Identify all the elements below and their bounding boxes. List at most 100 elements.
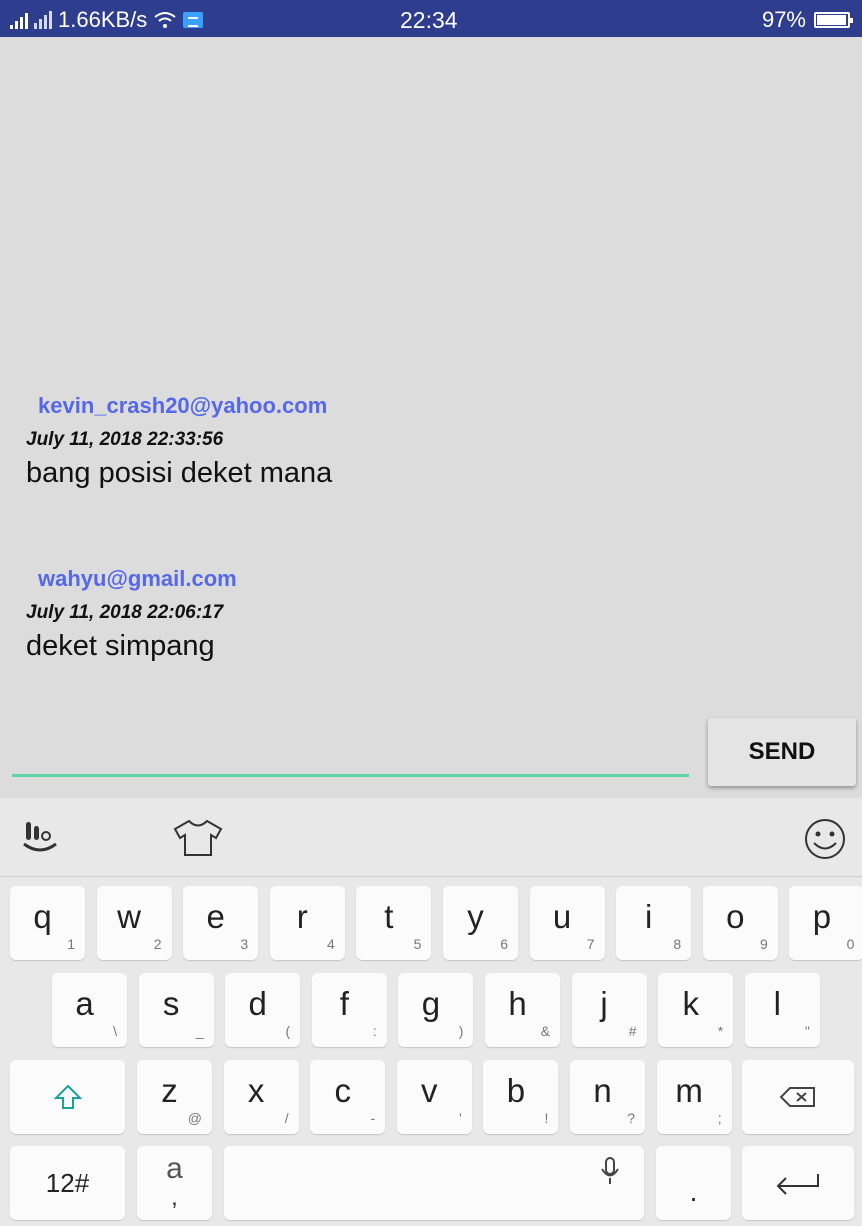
- key-j[interactable]: j #: [571, 973, 647, 1047]
- signal-2-icon: [34, 11, 52, 29]
- key-m[interactable]: m;: [656, 1060, 732, 1134]
- message-timestamp: July 11, 2018 22:06:17: [26, 602, 224, 623]
- wifi-icon: [154, 12, 176, 28]
- comma-key[interactable]: a ,: [137, 1146, 212, 1220]
- key-sublabel: 3: [240, 936, 249, 952]
- key-label: s: [162, 985, 180, 1022]
- key-label: c: [334, 1072, 351, 1109]
- shift-icon: [53, 1084, 82, 1109]
- key-sublabel: 8: [673, 936, 682, 952]
- key-r[interactable]: r4: [269, 886, 345, 960]
- key-label: i: [645, 898, 653, 935]
- key-label: h: [508, 985, 527, 1022]
- message-item: wahyu@gmail.com July 11, 2018 22:06:17 d…: [26, 566, 237, 663]
- key-t[interactable]: t5: [356, 886, 432, 960]
- message-item: kevin_crash20@yahoo.com July 11, 2018 22…: [26, 393, 332, 490]
- symbols-key[interactable]: 12#: [10, 1146, 125, 1220]
- backspace-key[interactable]: [742, 1060, 854, 1134]
- comma-key-main: a: [166, 1152, 183, 1185]
- key-label: z: [161, 1072, 178, 1109]
- key-sublabel: 2: [153, 936, 162, 952]
- key-s[interactable]: s _: [138, 973, 214, 1047]
- period-label: .: [689, 1176, 698, 1207]
- key-sublabel: ?: [627, 1110, 635, 1126]
- key-l[interactable]: l ": [744, 973, 820, 1047]
- key-sublabel: ): [458, 1023, 464, 1039]
- key-c[interactable]: c-: [310, 1060, 386, 1134]
- emoji-icon[interactable]: [802, 818, 848, 860]
- key-sublabel: :: [372, 1023, 377, 1039]
- comma-key-sub: ,: [171, 1184, 178, 1211]
- keyboard-logo-icon[interactable]: [22, 818, 66, 858]
- key-sublabel: ;: [717, 1110, 722, 1126]
- key-a[interactable]: a \: [52, 973, 127, 1047]
- send-button[interactable]: SEND: [708, 718, 856, 786]
- enter-icon: [776, 1174, 819, 1195]
- key-u[interactable]: u7: [529, 886, 605, 960]
- notification-icon: [183, 12, 204, 28]
- shift-key[interactable]: [10, 1060, 125, 1134]
- key-e[interactable]: e3: [183, 886, 259, 960]
- status-left: 1.66KB/s: [10, 7, 204, 33]
- key-label: j: [600, 985, 608, 1022]
- key-label: q: [33, 898, 52, 935]
- key-z[interactable]: z @: [137, 1060, 212, 1134]
- key-sublabel: 7: [586, 936, 595, 952]
- enter-key[interactable]: [742, 1146, 854, 1220]
- message-input[interactable]: [12, 720, 689, 774]
- key-p[interactable]: p0: [789, 886, 862, 960]
- key-label: a: [75, 985, 94, 1022]
- key-sublabel: 1: [67, 936, 75, 952]
- key-sublabel: 4: [327, 936, 335, 952]
- key-label: v: [421, 1072, 438, 1109]
- key-sublabel: \: [113, 1023, 117, 1039]
- mic-icon[interactable]: [600, 1156, 620, 1186]
- key-label: x: [247, 1072, 265, 1109]
- key-w[interactable]: w2: [96, 886, 172, 960]
- key-k[interactable]: k *: [658, 973, 734, 1047]
- shirt-icon[interactable]: [172, 818, 224, 858]
- key-d[interactable]: d(: [225, 973, 301, 1047]
- key-h[interactable]: h &: [485, 973, 560, 1047]
- key-sublabel: _: [195, 1023, 204, 1039]
- key-x[interactable]: x /: [223, 1060, 299, 1134]
- space-key[interactable]: [224, 1146, 644, 1220]
- keyboard: q1w2e3r4t5y6u7i8o9p0 a \ s _ d(f: g) h & j # k * l " …: [0, 798, 862, 1226]
- key-label: n: [593, 1072, 612, 1109]
- key-sublabel: -: [370, 1110, 376, 1126]
- key-v[interactable]: v ': [396, 1060, 472, 1134]
- key-sublabel: *: [717, 1023, 724, 1039]
- key-label: r: [296, 898, 308, 935]
- key-g[interactable]: g): [398, 973, 474, 1047]
- key-label: l: [773, 985, 781, 1022]
- key-q[interactable]: q1: [10, 886, 85, 960]
- status-time: 22:34: [400, 7, 458, 33]
- key-sublabel: 0: [846, 936, 855, 952]
- message-sender: wahyu@gmail.com: [38, 566, 237, 591]
- key-b[interactable]: b!: [483, 1060, 559, 1134]
- key-sublabel: /: [284, 1110, 289, 1126]
- message-timestamp: July 11, 2018 22:33:56: [26, 429, 224, 450]
- key-label: o: [726, 898, 745, 935]
- key-sublabel: ': [459, 1110, 462, 1126]
- key-label: w: [117, 898, 142, 935]
- key-label: y: [467, 898, 484, 935]
- key-i[interactable]: i8: [616, 886, 692, 960]
- key-label: f: [339, 985, 349, 1022]
- key-sublabel: ": [804, 1023, 810, 1039]
- key-label: t: [384, 898, 394, 935]
- backspace-icon: [779, 1087, 815, 1107]
- message-text: deket simpang: [26, 630, 215, 662]
- battery-icon: [814, 12, 853, 28]
- symbols-label: 12#: [45, 1167, 90, 1198]
- key-sublabel: &: [540, 1023, 550, 1039]
- key-y[interactable]: y6: [443, 886, 518, 960]
- key-f[interactable]: f:: [311, 973, 387, 1047]
- key-label: u: [552, 898, 572, 935]
- key-n[interactable]: n?: [570, 1060, 645, 1134]
- input-underline: [12, 774, 689, 777]
- key-sublabel: 9: [760, 936, 768, 952]
- period-key[interactable]: .: [656, 1146, 731, 1220]
- key-label: p: [812, 898, 832, 935]
- key-o[interactable]: o9: [702, 886, 778, 960]
